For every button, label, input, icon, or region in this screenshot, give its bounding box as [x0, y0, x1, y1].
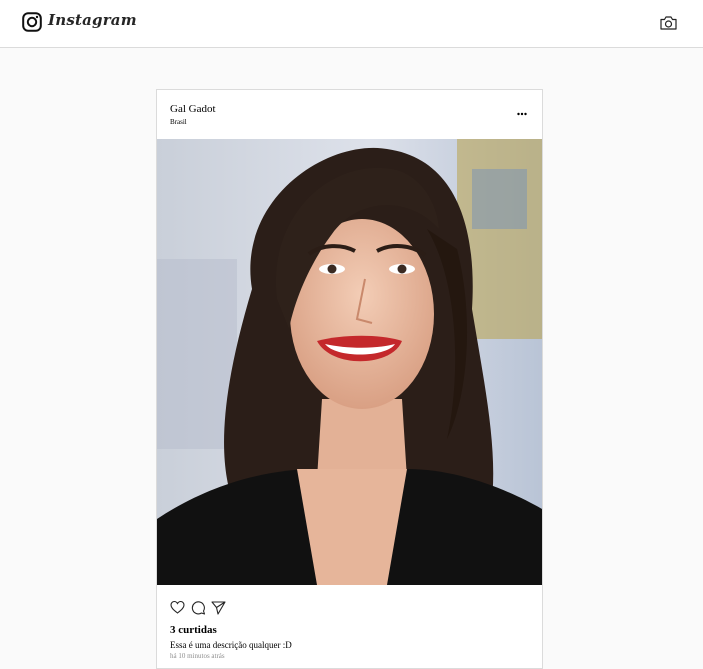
camera-icon[interactable]: [660, 15, 677, 30]
post-location[interactable]: Brasil: [170, 118, 187, 126]
post-header: Gal Gadot Brasil: [157, 90, 542, 139]
post-description: Essa é uma descrição qualquer :D: [170, 640, 292, 650]
instagram-glyph-icon[interactable]: [22, 12, 42, 32]
post-card: Gal Gadot Brasil 3 curtidas Essa é uma d…: [156, 89, 543, 669]
brand-logo-text[interactable]: Instagram: [48, 11, 137, 29]
post-date: há 10 minutos atrás: [170, 652, 225, 660]
comment-icon[interactable]: [191, 600, 206, 615]
portrait-photo: [157, 139, 542, 585]
top-navbar: Instagram: [0, 0, 703, 48]
likes-count[interactable]: 3 curtidas: [170, 624, 217, 636]
heart-icon[interactable]: [170, 600, 185, 615]
share-icon[interactable]: [211, 600, 226, 615]
post-photo[interactable]: [157, 139, 542, 585]
post-username[interactable]: Gal Gadot: [170, 103, 216, 115]
more-options-icon[interactable]: [517, 110, 527, 118]
